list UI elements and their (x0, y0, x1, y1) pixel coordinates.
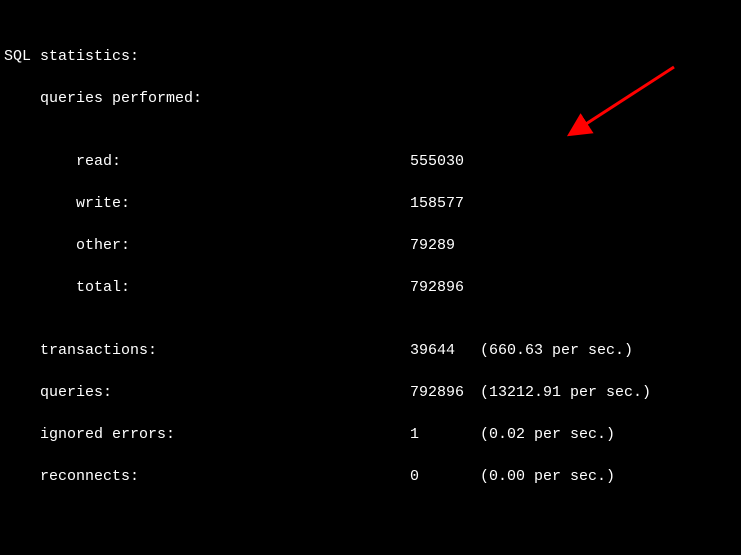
reconnects-rate: (0.00 per sec.) (480, 466, 615, 487)
queries-label: queries: (0, 384, 112, 401)
sql-stats-header: SQL statistics: (0, 46, 139, 67)
reconnects-label: reconnects: (0, 468, 139, 485)
read-label: read: (0, 153, 121, 170)
reconnects-value: 0 (410, 466, 480, 487)
ignored-errors-value: 1 (410, 424, 480, 445)
terminal-output: SQL statistics: queries performed: read:… (0, 0, 741, 555)
total-value: 792896 (410, 277, 480, 298)
queries-value: 792896 (410, 382, 480, 403)
ignored-errors-rate: (0.02 per sec.) (480, 424, 615, 445)
write-label: write: (0, 195, 130, 212)
total-label: total: (0, 279, 130, 296)
transactions-label: transactions: (0, 342, 157, 359)
queries-rate: (13212.91 per sec.) (480, 382, 651, 403)
transactions-rate: (660.63 per sec.) (480, 340, 633, 361)
write-value: 158577 (410, 193, 480, 214)
other-label: other: (0, 237, 130, 254)
ignored-errors-label: ignored errors: (0, 426, 175, 443)
read-value: 555030 (410, 151, 480, 172)
transactions-value: 39644 (410, 340, 480, 361)
other-value: 79289 (410, 235, 480, 256)
queries-performed-header: queries performed: (0, 88, 202, 109)
